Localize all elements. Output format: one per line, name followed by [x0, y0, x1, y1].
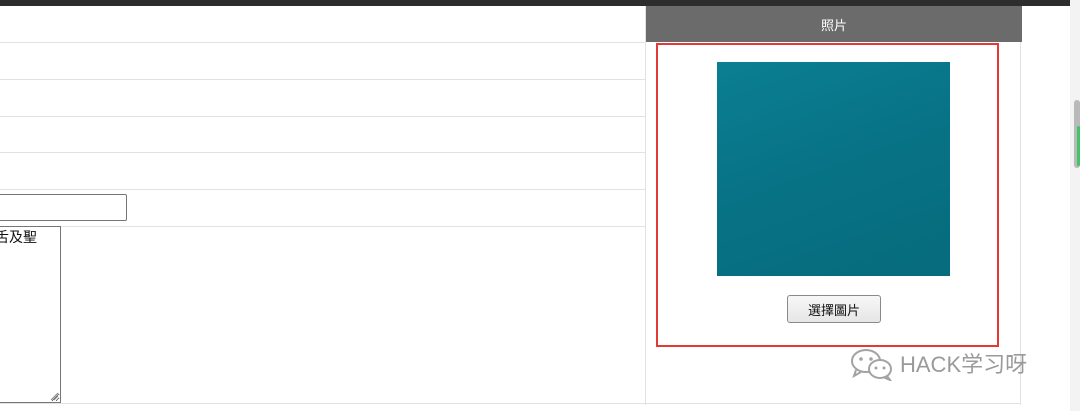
photo-preview-image: [717, 62, 950, 276]
wechat-icon: [851, 349, 892, 381]
form-row: [0, 117, 645, 153]
form-row: [0, 6, 645, 43]
choose-image-button[interactable]: 選擇圖片: [787, 295, 881, 323]
watermark: HACK学习呀: [848, 345, 1027, 381]
photo-header: 照片: [646, 6, 1022, 42]
text-input-field[interactable]: [0, 194, 127, 221]
resize-grip-icon[interactable]: [49, 391, 59, 401]
photo-header-label: 照片: [820, 18, 847, 34]
form-row: [0, 153, 645, 190]
scrollbar-track[interactable]: [1070, 0, 1080, 411]
form-row: [0, 80, 645, 117]
table-bottom-border: [0, 403, 1021, 404]
description-textarea[interactable]: 舌及聖: [0, 226, 61, 403]
form-row: [0, 43, 645, 80]
watermark-text: HACK学习呀: [900, 352, 1028, 377]
